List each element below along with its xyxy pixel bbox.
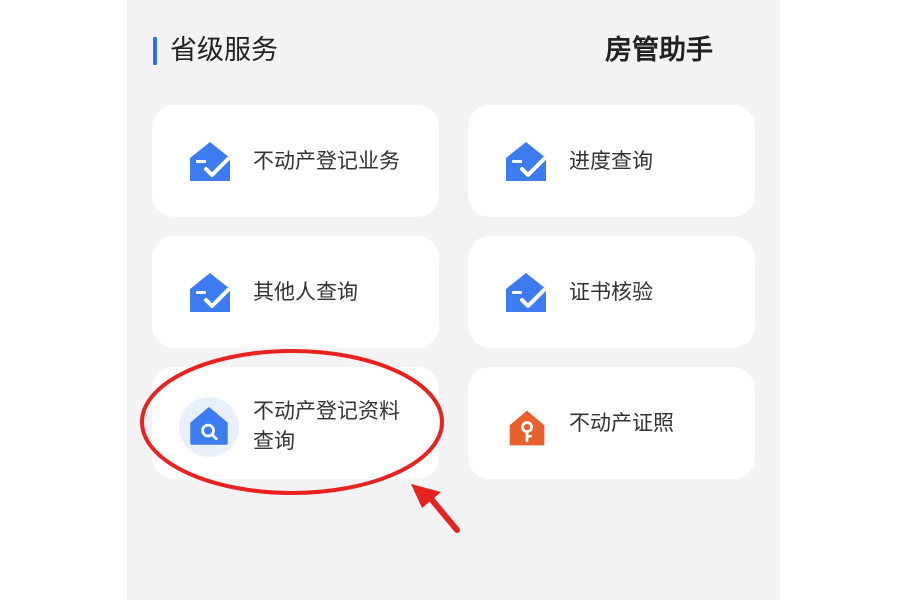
card-certificate-verify[interactable]: 证书核验 bbox=[468, 236, 755, 348]
house-check-icon bbox=[506, 142, 546, 181]
card-label-line-2: 查询 bbox=[253, 429, 295, 453]
section-title: 省级服务 bbox=[170, 35, 278, 66]
card-label: 不动产登记资料 查询 bbox=[253, 396, 421, 456]
card-label: 进度查询 bbox=[569, 149, 653, 173]
card-label: 不动产登记业务 bbox=[253, 149, 400, 173]
card-registration-records-query[interactable]: 不动产登记资料 查询 bbox=[152, 367, 439, 479]
card-real-estate-license[interactable]: 不动产证照 bbox=[468, 367, 755, 479]
house-check-icon bbox=[190, 273, 230, 312]
card-real-estate-registration[interactable]: 不动产登记业务 bbox=[152, 105, 439, 217]
section-accent-bar bbox=[153, 37, 157, 65]
card-label: 不动产证照 bbox=[569, 411, 674, 435]
house-key-icon bbox=[509, 410, 545, 446]
house-check-icon bbox=[190, 142, 230, 181]
card-label-line-1: 不动产登记资料 bbox=[253, 399, 400, 423]
house-check-icon bbox=[506, 273, 546, 312]
card-progress-query[interactable]: 进度查询 bbox=[468, 105, 755, 217]
house-search-icon bbox=[190, 407, 228, 445]
card-label: 证书核验 bbox=[569, 280, 653, 304]
card-others-query[interactable]: 其他人查询 bbox=[152, 236, 439, 348]
card-label: 其他人查询 bbox=[253, 280, 358, 304]
house-helper-link[interactable]: 房管助手 bbox=[605, 32, 713, 70]
